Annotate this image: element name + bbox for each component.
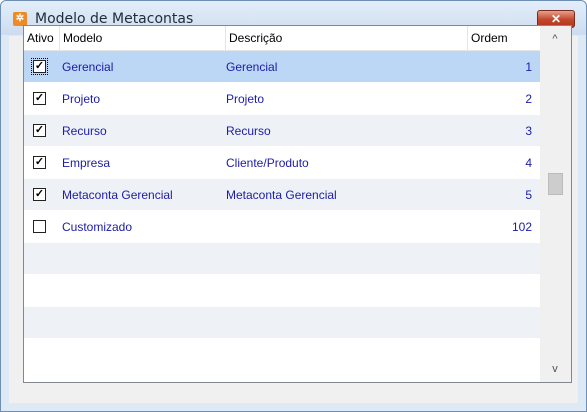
table-row[interactable]: ✓ Projeto Projeto 2 bbox=[24, 83, 540, 115]
ordem-cell: 4 bbox=[525, 156, 532, 170]
app-logo-icon: ✲ bbox=[13, 12, 27, 26]
ativo-checkbox[interactable]: ✓ bbox=[33, 156, 46, 169]
column-header-ativo[interactable]: Ativo bbox=[24, 26, 60, 51]
modelo-cell: Metaconta Gerencial bbox=[62, 188, 173, 202]
modelo-cell: Recurso bbox=[62, 124, 107, 138]
ordem-cell: 1 bbox=[525, 60, 532, 74]
column-header-ordem[interactable]: Ordem bbox=[468, 26, 540, 51]
modelo-cell: Customizado bbox=[62, 220, 133, 234]
modelo-cell: Gerencial bbox=[62, 60, 114, 74]
metacontas-grid: Ativo Modelo Descrição Ordem ✓ Gerencial… bbox=[23, 25, 572, 383]
descricao-cell: Recurso bbox=[226, 124, 271, 138]
ativo-checkbox[interactable]: ✓ bbox=[31, 58, 48, 75]
grid-header: Ativo Modelo Descrição Ordem bbox=[24, 26, 540, 51]
table-row[interactable]: ✓ Metaconta Gerencial Metaconta Gerencia… bbox=[24, 179, 540, 211]
table-row[interactable]: ✓ Recurso Recurso 3 bbox=[24, 115, 540, 147]
empty-row bbox=[24, 275, 540, 307]
descricao-cell: Gerencial bbox=[226, 60, 278, 74]
table-row[interactable]: ✓ Empresa Cliente/Produto 4 bbox=[24, 147, 540, 179]
table-row[interactable]: ✓ Gerencial Gerencial 1 bbox=[24, 51, 540, 83]
descricao-cell: Projeto bbox=[226, 92, 265, 106]
scroll-up-icon[interactable]: ^ bbox=[548, 32, 562, 46]
grid-rows: ✓ Gerencial Gerencial 1 ✓ Projeto Projet… bbox=[24, 51, 540, 339]
ordem-cell: 5 bbox=[525, 188, 532, 202]
metacontas-dialog: ✲ Modelo de Metacontas ✕ Ativo Modelo De… bbox=[0, 0, 587, 412]
ordem-cell: 2 bbox=[525, 92, 532, 106]
ordem-cell: 102 bbox=[511, 220, 532, 234]
ativo-checkbox[interactable]: ✓ bbox=[33, 124, 46, 137]
empty-row bbox=[24, 243, 540, 275]
ativo-checkbox[interactable]: ✓ bbox=[33, 188, 46, 201]
ativo-checkbox[interactable] bbox=[33, 220, 46, 233]
modelo-cell: Projeto bbox=[62, 92, 101, 106]
ordem-cell: 3 bbox=[525, 124, 532, 138]
scroll-down-icon[interactable]: v bbox=[548, 362, 562, 376]
empty-row bbox=[24, 307, 540, 339]
modelo-cell: Empresa bbox=[62, 156, 111, 170]
scrollbar-thumb[interactable] bbox=[548, 173, 563, 195]
ativo-checkbox[interactable]: ✓ bbox=[33, 92, 46, 105]
column-header-modelo[interactable]: Modelo bbox=[60, 26, 226, 51]
table-row[interactable]: Customizado 102 bbox=[24, 211, 540, 243]
descricao-cell: Metaconta Gerencial bbox=[226, 188, 337, 202]
column-header-descricao[interactable]: Descrição bbox=[226, 26, 468, 51]
vertical-scrollbar[interactable]: ^ v bbox=[540, 26, 571, 382]
descricao-cell: Cliente/Produto bbox=[226, 156, 309, 170]
